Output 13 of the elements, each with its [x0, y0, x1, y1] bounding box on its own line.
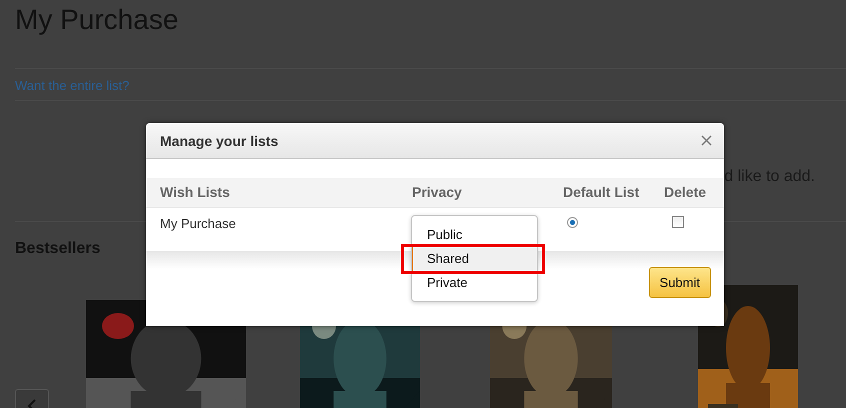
delete-checkbox[interactable] — [672, 216, 684, 228]
dropdown-option[interactable]: Shared — [412, 247, 537, 271]
column-header: Wish Lists — [146, 178, 412, 208]
dropdown-option[interactable]: Private — [412, 271, 537, 295]
close-icon[interactable] — [701, 135, 712, 146]
dialog-title: Manage your lists — [160, 132, 278, 148]
default-radio[interactable] — [567, 217, 578, 228]
dropdown-option[interactable]: Public — [412, 223, 537, 247]
submit-button[interactable]: Submit — [648, 267, 711, 298]
list-name: My Purchase — [160, 216, 236, 231]
column-header: Default List — [563, 178, 664, 208]
column-header: Privacy — [412, 178, 563, 208]
column-header: Delete — [664, 178, 724, 208]
